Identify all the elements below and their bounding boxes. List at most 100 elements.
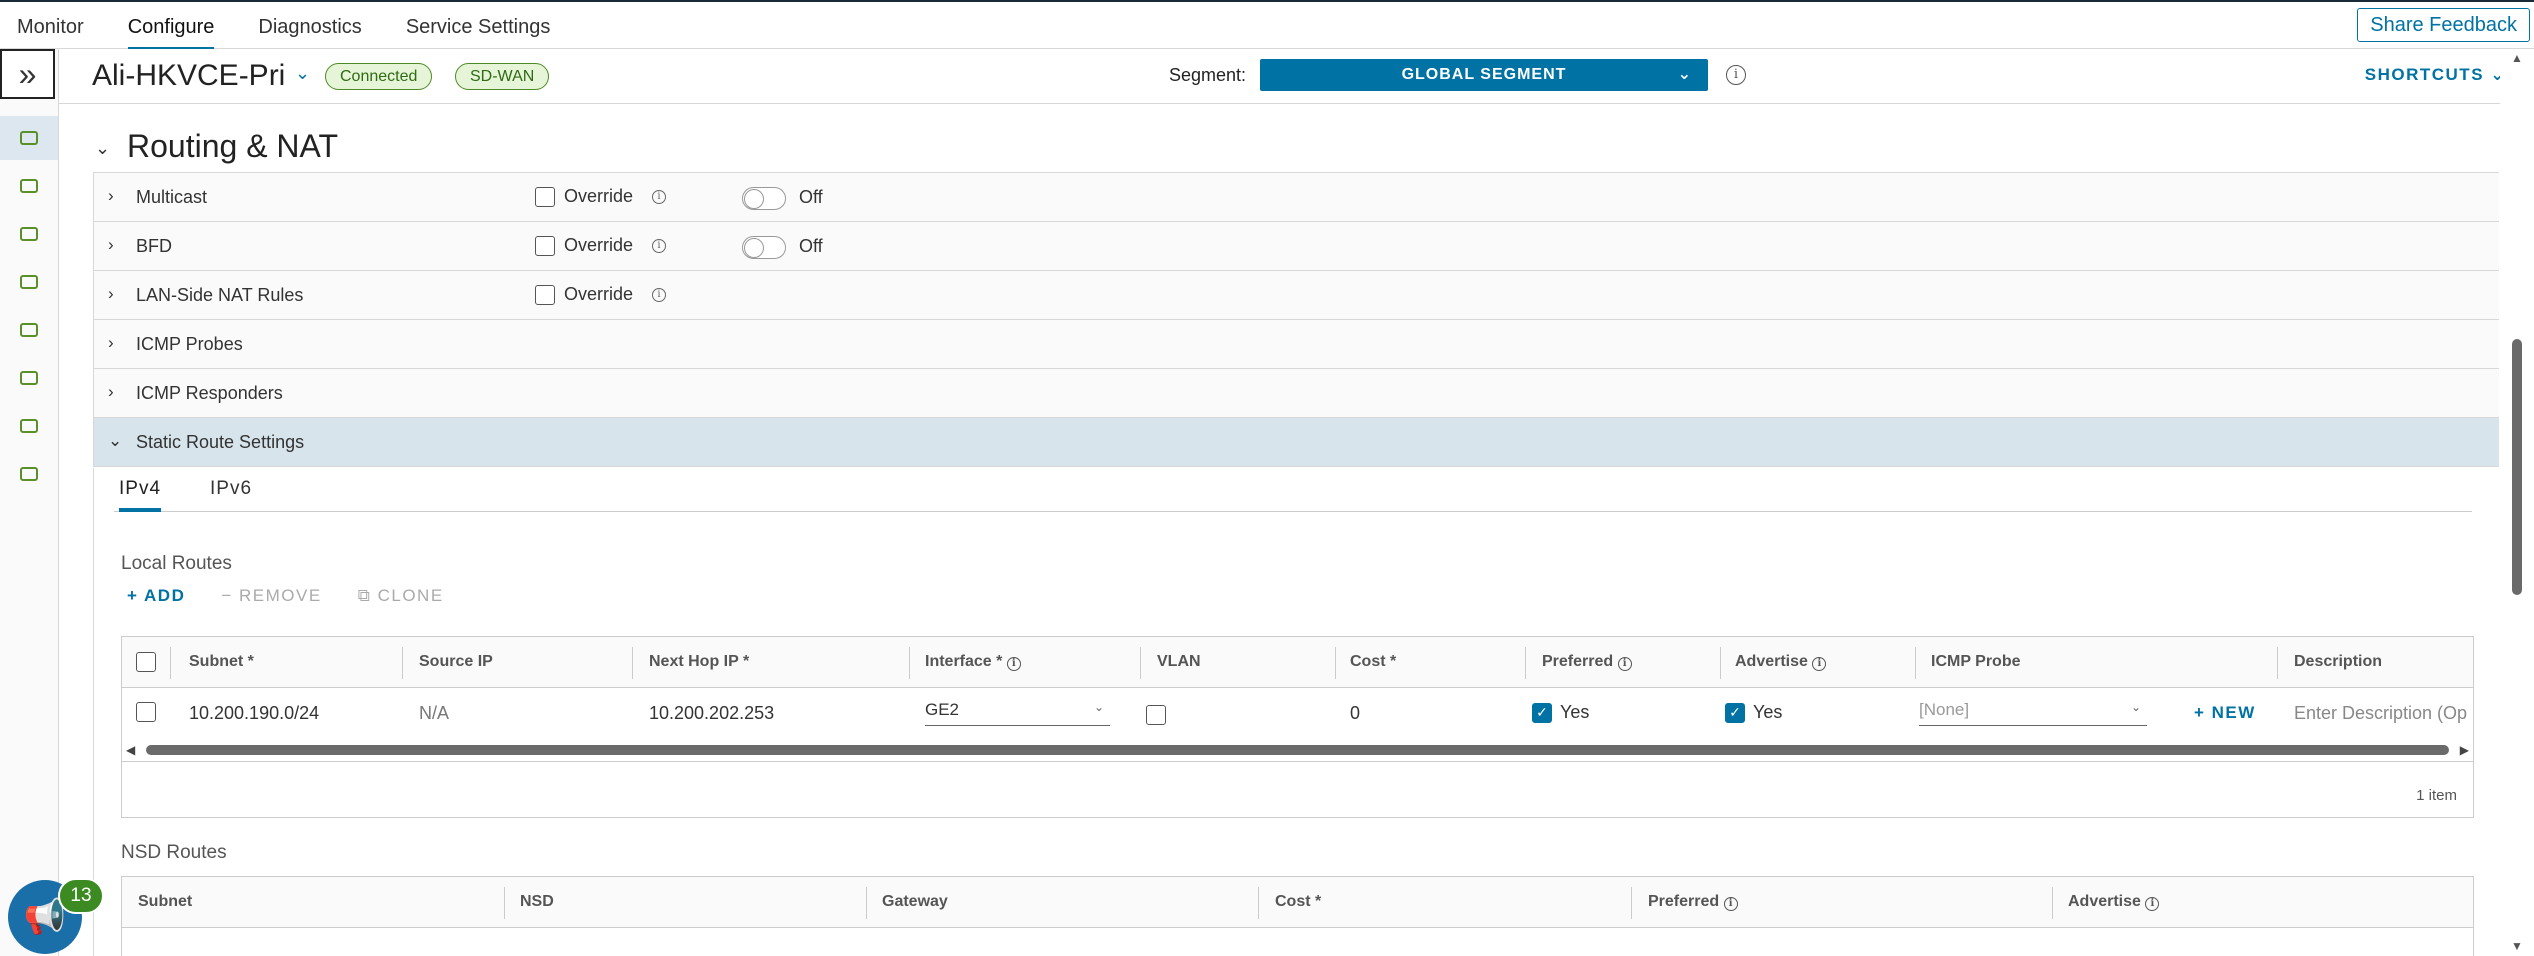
scroll-left-icon[interactable]: ◀ bbox=[126, 743, 135, 757]
col-subnet[interactable]: Subnet bbox=[138, 893, 192, 911]
tab-configure[interactable]: Configure bbox=[127, 16, 215, 50]
col-vlan[interactable]: VLAN bbox=[1157, 653, 1201, 671]
preferred-control[interactable]: ✓ Yes bbox=[1532, 702, 1589, 723]
settings-row-icmp-probes[interactable]: › ICMP Probes bbox=[94, 320, 2499, 369]
sidebar-device-icon[interactable] bbox=[0, 116, 58, 160]
override-checkbox[interactable] bbox=[535, 186, 555, 207]
sidebar-topology-icon[interactable] bbox=[0, 356, 58, 400]
scroll-right-icon[interactable]: ▶ bbox=[2460, 743, 2469, 757]
chevron-right-icon[interactable]: › bbox=[108, 284, 114, 304]
segment-dropdown[interactable]: GLOBAL SEGMENT ⌄ bbox=[1260, 59, 1708, 91]
override-control[interactable]: Override i bbox=[535, 284, 667, 305]
col-preferred[interactable]: Preferred i bbox=[1648, 893, 1738, 911]
share-feedback-button[interactable]: Share Feedback bbox=[2357, 8, 2530, 42]
sidebar-profiles-icon[interactable] bbox=[0, 164, 58, 208]
scroll-down-icon[interactable]: ▼ bbox=[2511, 939, 2523, 953]
expand-sidebar-icon[interactable]: » bbox=[0, 49, 55, 99]
status-badge-sdwan: SD-WAN bbox=[455, 63, 550, 90]
col-subnet[interactable]: Subnet * bbox=[189, 653, 254, 671]
settings-row-multicast[interactable]: › Multicast Override i Off bbox=[94, 173, 2499, 222]
clone-button[interactable]: ⧉ CLONE bbox=[358, 586, 444, 606]
chevron-down-icon: ⌄ bbox=[2130, 700, 2141, 714]
shortcuts-menu[interactable]: SHORTCUTS ⌄ bbox=[2365, 65, 2506, 85]
select-all-checkbox[interactable] bbox=[136, 652, 156, 672]
sidebar-segments-icon[interactable] bbox=[0, 260, 58, 304]
nsd-routes-title: NSD Routes bbox=[121, 842, 227, 863]
chevron-right-icon[interactable]: › bbox=[108, 382, 114, 402]
override-control[interactable]: Override i bbox=[535, 235, 667, 256]
tab-monitor[interactable]: Monitor bbox=[17, 16, 84, 50]
vertical-scrollbar[interactable]: ▲ ▼ bbox=[2500, 49, 2534, 956]
scroll-up-icon[interactable]: ▲ bbox=[2511, 51, 2523, 65]
scrollbar-thumb[interactable] bbox=[146, 745, 2449, 755]
col-cost[interactable]: Cost * bbox=[1275, 893, 1321, 911]
edge-name[interactable]: Ali-HKVCE-Pri bbox=[92, 59, 285, 93]
col-advertise[interactable]: Advertise i bbox=[1735, 653, 1827, 671]
description-input[interactable]: Enter Description (Op bbox=[2294, 703, 2474, 724]
vlan-checkbox[interactable] bbox=[1146, 705, 1166, 725]
horizontal-scrollbar[interactable]: ◀ ▶ bbox=[122, 741, 2473, 759]
col-next-hop-ip[interactable]: Next Hop IP * bbox=[649, 653, 749, 671]
col-advertise[interactable]: Advertise i bbox=[2068, 893, 2160, 911]
settings-row-static-routes[interactable]: ⌄ Static Route Settings bbox=[94, 418, 2499, 467]
info-icon[interactable]: i bbox=[1617, 657, 1632, 671]
override-checkbox[interactable] bbox=[535, 284, 555, 305]
col-interface[interactable]: Interface * i bbox=[925, 653, 1021, 671]
info-icon[interactable]: i bbox=[1723, 897, 1738, 911]
advertise-checkbox[interactable]: ✓ bbox=[1725, 702, 1745, 723]
col-nsd[interactable]: NSD bbox=[520, 893, 554, 911]
chevron-right-icon[interactable]: › bbox=[108, 333, 114, 353]
info-icon[interactable]: i bbox=[2145, 897, 2160, 911]
col-gateway[interactable]: Gateway bbox=[882, 893, 948, 911]
remove-button[interactable]: − REMOVE bbox=[221, 586, 321, 606]
column-separator bbox=[1335, 647, 1336, 679]
advertise-control[interactable]: ✓ Yes bbox=[1725, 702, 1782, 723]
info-icon[interactable]: i bbox=[652, 189, 667, 204]
chevron-right-icon[interactable]: › bbox=[108, 235, 114, 255]
info-icon[interactable]: i bbox=[1812, 657, 1827, 671]
chevron-right-icon[interactable]: › bbox=[108, 186, 114, 206]
override-checkbox[interactable] bbox=[535, 235, 555, 256]
cell-subnet[interactable]: 10.200.190.0/24 bbox=[189, 703, 319, 724]
settings-row-icmp-responders[interactable]: › ICMP Responders bbox=[94, 369, 2499, 418]
col-source-ip[interactable]: Source IP bbox=[419, 653, 493, 671]
sidebar-visibility-icon[interactable] bbox=[0, 452, 58, 496]
tab-ipv4[interactable]: IPv4 bbox=[119, 478, 162, 512]
tab-diagnostics[interactable]: Diagnostics bbox=[258, 16, 361, 50]
new-icmp-probe-button[interactable]: + NEW bbox=[2194, 703, 2256, 723]
info-icon[interactable]: i bbox=[652, 287, 667, 302]
bfd-toggle[interactable] bbox=[742, 236, 786, 259]
icmp-probe-value: [None] bbox=[1919, 700, 1970, 719]
tab-ipv6[interactable]: IPv6 bbox=[210, 478, 252, 508]
col-preferred[interactable]: Preferred i bbox=[1542, 653, 1632, 671]
chevron-down-icon[interactable]: ⌄ bbox=[108, 431, 122, 451]
col-description[interactable]: Description bbox=[2294, 653, 2382, 671]
tab-service-settings[interactable]: Service Settings bbox=[406, 16, 551, 50]
col-icmp-probe[interactable]: ICMP Probe bbox=[1931, 653, 2021, 671]
row-label: Static Route Settings bbox=[136, 432, 305, 452]
table-row[interactable]: 10.200.190.0/24 N/A 10.200.202.253 GE2 ⌄ … bbox=[122, 688, 2473, 738]
cell-next-hop-ip[interactable]: 10.200.202.253 bbox=[649, 703, 774, 724]
multicast-toggle[interactable] bbox=[742, 187, 786, 210]
override-control[interactable]: Override i bbox=[535, 186, 667, 207]
col-cost[interactable]: Cost * bbox=[1350, 653, 1396, 671]
chevron-down-icon: ⌄ bbox=[1093, 700, 1104, 714]
row-select-checkbox[interactable] bbox=[136, 702, 156, 722]
shortcuts-label: SHORTCUTS bbox=[2364, 65, 2485, 84]
add-button[interactable]: + ADD bbox=[127, 586, 185, 606]
info-icon[interactable]: i bbox=[1006, 657, 1021, 671]
info-icon[interactable]: i bbox=[652, 238, 667, 253]
preferred-checkbox[interactable]: ✓ bbox=[1532, 702, 1552, 723]
sidebar-cloud-icon[interactable] bbox=[0, 404, 58, 448]
cell-cost[interactable]: 0 bbox=[1350, 703, 1360, 724]
column-separator bbox=[504, 887, 505, 919]
settings-row-lan-side-nat[interactable]: › LAN-Side NAT Rules Override i bbox=[94, 271, 2499, 320]
icmp-probe-select[interactable]: [None] ⌄ bbox=[1919, 700, 2147, 726]
scrollbar-thumb[interactable] bbox=[2512, 339, 2522, 595]
interface-select[interactable]: GE2 ⌄ bbox=[925, 700, 1110, 726]
segment-info-icon[interactable]: i bbox=[1726, 65, 1746, 85]
sidebar-overlay-icon[interactable] bbox=[0, 308, 58, 352]
edge-select-chevron-down-icon[interactable]: ⌄ bbox=[295, 63, 310, 84]
sidebar-network-services-icon[interactable] bbox=[0, 212, 58, 256]
settings-row-bfd[interactable]: › BFD Override i Off bbox=[94, 222, 2499, 271]
